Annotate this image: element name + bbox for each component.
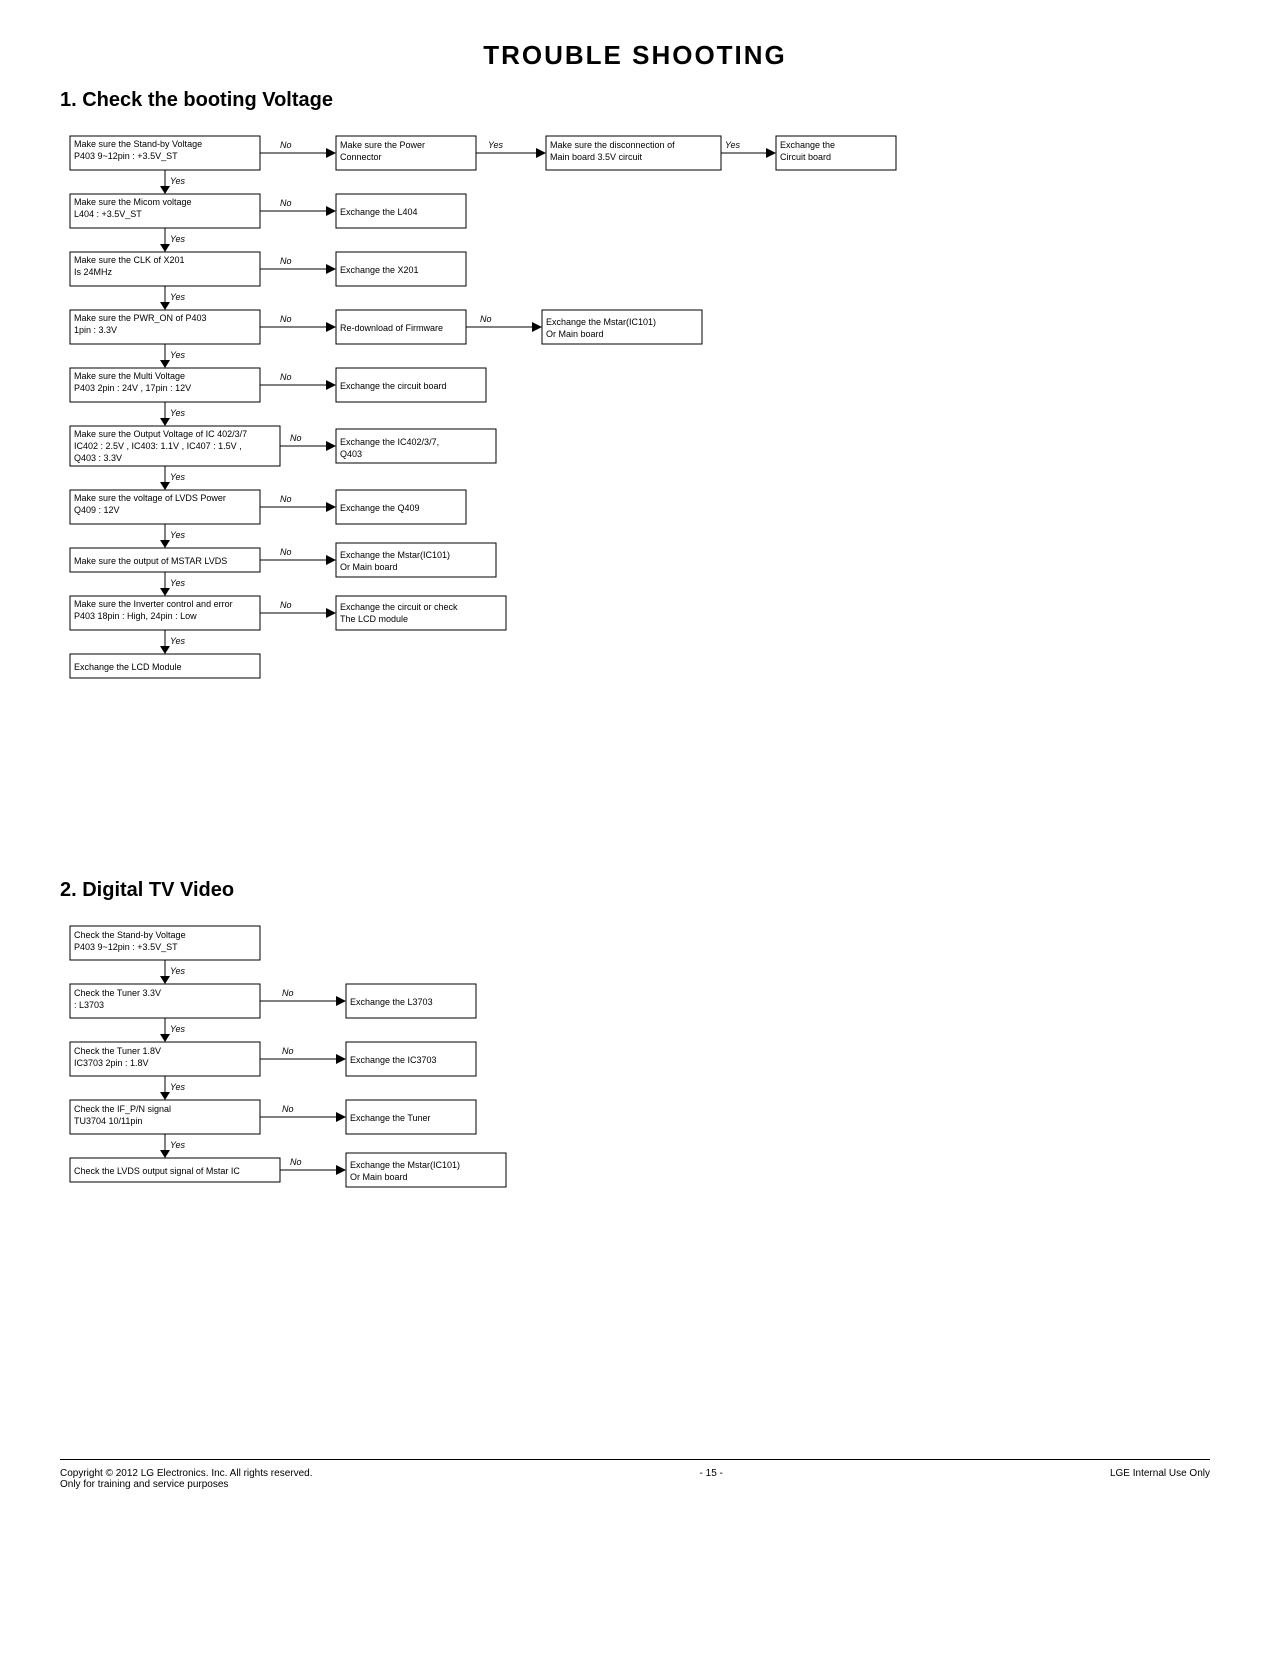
svg-text:Yes: Yes xyxy=(170,1140,186,1150)
svg-text:Circuit board: Circuit board xyxy=(780,152,831,162)
svg-text:P403 9~12pin : +3.5V_ST: P403 9~12pin : +3.5V_ST xyxy=(74,151,178,161)
svg-text:Exchange the Tuner: Exchange the Tuner xyxy=(350,1113,431,1123)
svg-text:IC3703 2pin : 1.8V: IC3703 2pin : 1.8V xyxy=(74,1058,149,1068)
svg-text:Q403 : 3.3V: Q403 : 3.3V xyxy=(74,453,122,463)
svg-text:No: No xyxy=(290,433,302,443)
svg-text:Or Main board: Or Main board xyxy=(546,329,604,339)
svg-text:Make sure the Output Voltage o: Make sure the Output Voltage of IC 402/3… xyxy=(74,429,247,439)
svg-text:1pin : 3.3V: 1pin : 3.3V xyxy=(74,325,117,335)
svg-text:Yes: Yes xyxy=(725,140,741,150)
svg-text:P403 2pin : 24V , 17pin : 12V: P403 2pin : 24V , 17pin : 12V xyxy=(74,383,191,393)
footer: Copyright © 2012 LG Electronics. Inc. Al… xyxy=(60,1459,1210,1490)
svg-text:Make sure the voltage of LVDS: Make sure the voltage of LVDS Power xyxy=(74,493,226,503)
svg-text:Connector: Connector xyxy=(340,152,382,162)
svg-text:Yes: Yes xyxy=(170,176,186,186)
svg-text:Q403: Q403 xyxy=(340,449,362,459)
svg-text:Make sure the Inverter control: Make sure the Inverter control and error xyxy=(74,599,233,609)
svg-text:Yes: Yes xyxy=(170,1082,186,1092)
svg-text:Check the Tuner 3.3V: Check the Tuner 3.3V xyxy=(74,988,161,998)
svg-text:P403 9~12pin : +3.5V_ST: P403 9~12pin : +3.5V_ST xyxy=(74,942,178,952)
svg-text:No: No xyxy=(280,314,292,324)
svg-text:No: No xyxy=(280,140,292,150)
svg-text:No: No xyxy=(290,1157,302,1167)
svg-text:No: No xyxy=(282,988,294,998)
svg-text:Make sure the Multi Voltage: Make sure the Multi Voltage xyxy=(74,371,185,381)
svg-text:Yes: Yes xyxy=(170,292,186,302)
svg-text:Or Main board: Or Main board xyxy=(350,1172,408,1182)
svg-text:Check the Stand-by Voltage: Check the Stand-by Voltage xyxy=(74,930,186,940)
svg-text:Make sure the Power: Make sure the Power xyxy=(340,140,425,150)
svg-text:: L3703: : L3703 xyxy=(74,1000,104,1010)
svg-text:Yes: Yes xyxy=(170,234,186,244)
svg-text:Make sure the CLK of X201: Make sure the CLK of X201 xyxy=(74,255,185,265)
svg-text:No: No xyxy=(280,494,292,504)
svg-text:IC402 : 2.5V , IC403: 1.1V , I: IC402 : 2.5V , IC403: 1.1V , IC407 : 1.5… xyxy=(74,441,242,451)
svg-text:Exchange the circuit board: Exchange the circuit board xyxy=(340,381,447,391)
svg-text:Yes: Yes xyxy=(170,472,186,482)
section2-heading: 2. Digital TV Video xyxy=(60,879,1210,902)
section1-flowchart: Make sure the Stand-by Voltage P403 9~12… xyxy=(60,126,1200,826)
svg-text:TU3704 10/11pin: TU3704 10/11pin xyxy=(74,1116,142,1126)
svg-text:No: No xyxy=(280,600,292,610)
svg-text:Or Main board: Or Main board xyxy=(340,562,398,572)
svg-text:Exchange the X201: Exchange the X201 xyxy=(340,265,419,275)
section2-flowchart: Check the Stand-by Voltage P403 9~12pin … xyxy=(60,916,960,1396)
svg-text:Yes: Yes xyxy=(170,1024,186,1034)
section1-heading: 1. Check the booting Voltage xyxy=(60,89,1210,112)
svg-text:P403 18pin : High, 24pin : Low: P403 18pin : High, 24pin : Low xyxy=(74,611,197,621)
footer-left: Copyright © 2012 LG Electronics. Inc. Al… xyxy=(60,1468,312,1490)
svg-text:Check the IF_P/N signal: Check the IF_P/N signal xyxy=(74,1104,171,1114)
svg-text:Exchange the circuit or check: Exchange the circuit or check xyxy=(340,602,458,612)
svg-text:Make sure the output of MSTAR: Make sure the output of MSTAR LVDS xyxy=(74,556,227,566)
svg-text:Q409 : 12V: Q409 : 12V xyxy=(74,505,120,515)
footer-rights: LGE Internal Use Only xyxy=(1110,1468,1210,1490)
svg-text:Yes: Yes xyxy=(170,578,186,588)
svg-text:Exchange the: Exchange the xyxy=(780,140,835,150)
svg-text:Make sure the disconnection of: Make sure the disconnection of xyxy=(550,140,675,150)
svg-text:Re-download of Firmware: Re-download of Firmware xyxy=(340,323,443,333)
svg-text:Exchange the Mstar(IC101): Exchange the Mstar(IC101) xyxy=(340,550,450,560)
section2: 2. Digital TV Video Check the Stand-by V… xyxy=(60,879,1210,1399)
footer-training: Only for training and service purposes xyxy=(60,1479,312,1490)
svg-text:Exchange the L404: Exchange the L404 xyxy=(340,207,418,217)
svg-text:Yes: Yes xyxy=(170,530,186,540)
svg-text:The LCD module: The LCD module xyxy=(340,614,408,624)
svg-text:Is 24MHz: Is 24MHz xyxy=(74,267,113,277)
svg-text:Yes: Yes xyxy=(170,408,186,418)
svg-text:Exchange the L3703: Exchange the L3703 xyxy=(350,997,433,1007)
svg-text:Exchange the Mstar(IC101): Exchange the Mstar(IC101) xyxy=(350,1160,460,1170)
page-title: TROUBLE SHOOTING xyxy=(60,40,1210,71)
svg-text:No: No xyxy=(282,1104,294,1114)
svg-text:Make sure the PWR_ON of P403: Make sure the PWR_ON of P403 xyxy=(74,313,207,323)
svg-text:Yes: Yes xyxy=(170,966,186,976)
svg-text:No: No xyxy=(280,256,292,266)
svg-text:No: No xyxy=(280,547,292,557)
svg-text:Yes: Yes xyxy=(488,140,504,150)
svg-text:Yes: Yes xyxy=(170,636,186,646)
svg-text:No: No xyxy=(280,198,292,208)
svg-text:L404 : +3.5V_ST: L404 : +3.5V_ST xyxy=(74,209,142,219)
svg-text:Exchange the IC402/3/7,: Exchange the IC402/3/7, xyxy=(340,437,439,447)
svg-text:Check the LVDS output signal o: Check the LVDS output signal of Mstar IC xyxy=(74,1166,240,1176)
svg-text:Check the Tuner 1.8V: Check the Tuner 1.8V xyxy=(74,1046,161,1056)
section1: 1. Check the booting Voltage Make sure t… xyxy=(60,89,1210,829)
svg-text:Make sure the Stand-by Voltage: Make sure the Stand-by Voltage xyxy=(74,139,202,149)
svg-text:No: No xyxy=(282,1046,294,1056)
svg-text:Exchange the Q409: Exchange the Q409 xyxy=(340,503,420,513)
svg-text:Make sure the Micom voltage: Make sure the Micom voltage xyxy=(74,197,192,207)
svg-text:Exchange the IC3703: Exchange the IC3703 xyxy=(350,1055,437,1065)
svg-text:Exchange the Mstar(IC101): Exchange the Mstar(IC101) xyxy=(546,317,656,327)
svg-text:Exchange the LCD Module: Exchange the LCD Module xyxy=(74,662,182,672)
footer-page-number: - 15 - xyxy=(700,1468,723,1490)
svg-text:No: No xyxy=(280,372,292,382)
svg-text:No: No xyxy=(480,314,492,324)
footer-copyright: Copyright © 2012 LG Electronics. Inc. Al… xyxy=(60,1468,312,1479)
svg-text:Main board 3.5V circuit: Main board 3.5V circuit xyxy=(550,152,643,162)
svg-text:Yes: Yes xyxy=(170,350,186,360)
